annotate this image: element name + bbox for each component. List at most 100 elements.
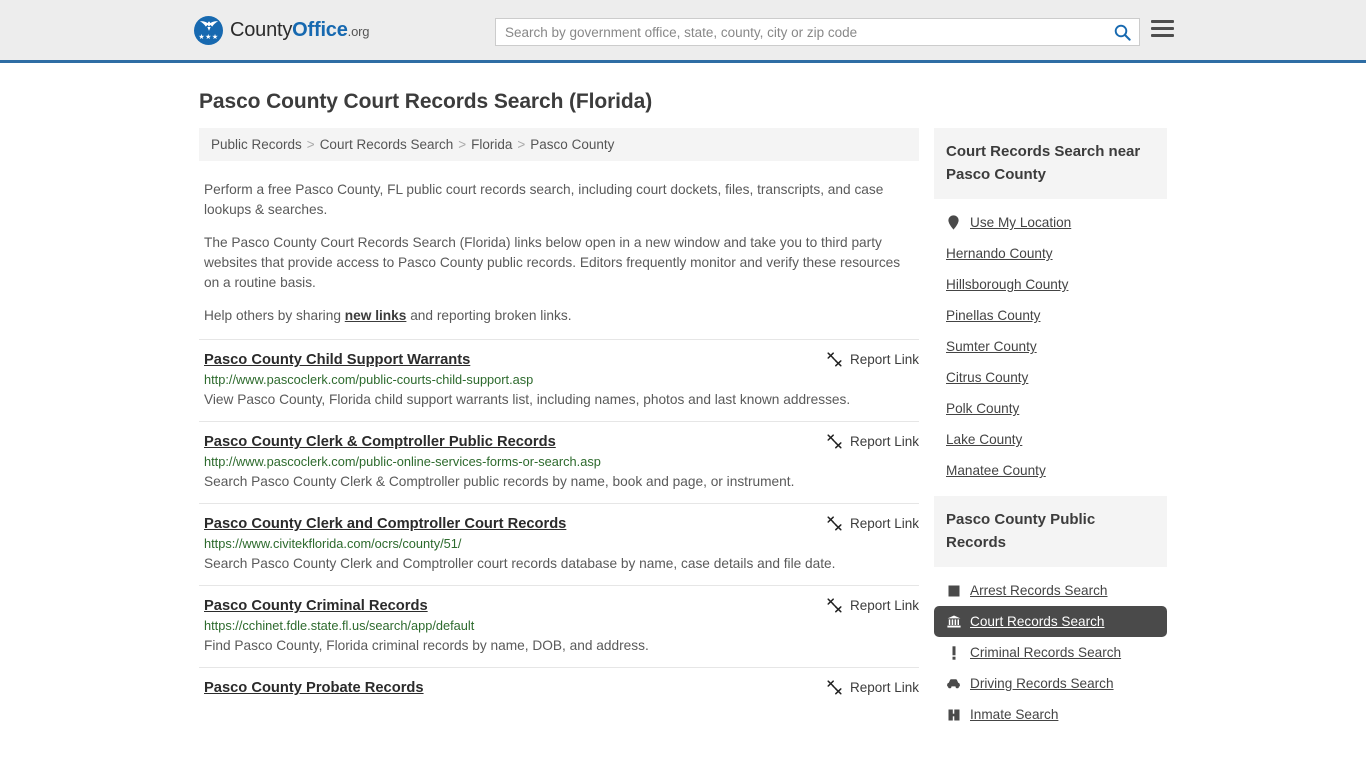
sidebar-item-sumter-county[interactable]: Sumter County [934,331,1167,362]
logo-county: County [230,18,293,41]
hamburger-menu-icon[interactable] [1151,20,1174,37]
nearby-counties-list: Use My Location Hernando County Hillsbor… [934,199,1167,486]
nearby-counties-panel: Court Records Search near Pasco County U… [934,128,1167,486]
breadcrumb-item-public-records[interactable]: Public Records [211,137,302,152]
result-title[interactable]: Pasco County Criminal Records [204,598,428,614]
report-link-button[interactable]: Report Link [826,351,919,368]
content-columns: Public Records > Court Records Search > Flor… [199,128,1172,740]
sidebar-item-court-records-search[interactable]: Court Records Search [934,606,1167,637]
results-list: Pasco County Child Support Warrants http… [199,339,919,711]
result-description: View Pasco County, Florida child support… [204,392,851,407]
page-container: Pasco County Court Records Search (Flori… [0,90,1366,740]
site-logo[interactable]: ★★★ CountyOffice.org [194,15,369,45]
public-records-list: Arrest Records Search Court Records Sear… [934,567,1167,730]
report-link-button[interactable]: Report Link [826,679,919,696]
result-item: Pasco County Clerk & Comptroller Public … [199,421,919,503]
public-records-title: Pasco County Public Records [934,496,1167,567]
sidebar-item-driving-records-search[interactable]: Driving Records Search [934,668,1167,699]
result-item: Pasco County Criminal Records https://cc… [199,585,919,667]
hamburger-bar [1151,34,1174,37]
breadcrumb-item-court-records-search[interactable]: Court Records Search [320,137,454,152]
site-header: ★★★ CountyOffice.org [0,0,1366,63]
intro-paragraph-1: Perform a free Pasco County, FL public c… [204,182,884,217]
report-link-label: Report Link [849,598,919,613]
map-pin-icon [946,215,961,230]
jail-icon [946,709,961,721]
report-link-button[interactable]: Report Link [826,515,919,532]
result-title[interactable]: Pasco County Child Support Warrants [204,352,470,368]
result-description: Find Pasco County, Florida criminal reco… [204,638,649,653]
hamburger-bar [1151,20,1174,23]
sidebar-item-label: Court Records Search [970,614,1105,629]
sidebar-item-use-my-location[interactable]: Use My Location [934,207,1167,238]
search-bar[interactable] [495,18,1140,46]
courthouse-icon [946,615,961,628]
sidebar-item-label: Arrest Records Search [970,583,1108,598]
breadcrumb-item-pasco-county[interactable]: Pasco County [530,137,614,152]
result-title[interactable]: Pasco County Clerk and Comptroller Court… [204,516,566,532]
intro-paragraph-2: The Pasco County Court Records Search (F… [204,235,901,290]
sidebar-item-citrus-county[interactable]: Citrus County [934,362,1167,393]
sidebar-item-label: Driving Records Search [970,676,1114,691]
eagle-seal-icon: ★★★ [194,15,223,45]
result-url: https://www.civitekflorida.com/ocrs/coun… [204,536,462,551]
sidebar-item-label: Lake County [946,432,1023,447]
intro-p3-after: and reporting broken links. [406,308,572,323]
hamburger-bar [1151,27,1174,30]
sidebar-item-label: Manatee County [946,463,1046,478]
intro-section: Perform a free Pasco County, FL public c… [199,161,919,326]
broken-link-icon [827,434,842,449]
sidebar-item-arrest-records-search[interactable]: Arrest Records Search [934,575,1167,606]
breadcrumb-separator: > [517,137,526,152]
result-item: Pasco County Probate Records Report Link [199,667,919,711]
sidebar-item-label: Citrus County [946,370,1029,385]
result-description: Search Pasco County Clerk & Comptroller … [204,474,795,489]
broken-link-icon [827,516,842,531]
logo-text: CountyOffice.org [230,19,369,42]
search-icon [1114,24,1131,41]
broken-link-icon [827,352,842,367]
sidebar: Court Records Search near Pasco County U… [934,128,1167,740]
sidebar-item-criminal-records-search[interactable]: Criminal Records Search [934,637,1167,668]
sidebar-item-label: Criminal Records Search [970,645,1122,660]
report-link-label: Report Link [849,434,919,449]
nearby-counties-title: Court Records Search near Pasco County [934,128,1167,199]
sidebar-item-pinellas-county[interactable]: Pinellas County [934,300,1167,331]
broken-link-icon [827,680,842,695]
sidebar-item-label: Hillsborough County [946,277,1069,292]
sidebar-item-label: Polk County [946,401,1020,416]
breadcrumb: Public Records > Court Records Search > Flor… [199,128,919,161]
report-link-label: Report Link [849,516,919,531]
new-links-link[interactable]: new links [345,308,407,323]
eagle-icon [199,20,218,31]
report-link-label: Report Link [849,680,919,695]
sidebar-item-inmate-search[interactable]: Inmate Search [934,699,1167,730]
broken-link-icon [827,598,842,613]
sidebar-item-hillsborough-county[interactable]: Hillsborough County [934,269,1167,300]
result-item: Pasco County Child Support Warrants http… [199,339,919,421]
sidebar-item-label: Use My Location [970,215,1072,230]
report-link-button[interactable]: Report Link [826,597,919,614]
search-button[interactable] [1105,19,1139,45]
report-link-label: Report Link [849,352,919,367]
result-url: https://cchinet.fdle.state.fl.us/search/… [204,618,475,633]
sidebar-item-polk-county[interactable]: Polk County [934,393,1167,424]
sidebar-item-label: Pinellas County [946,308,1041,323]
result-title[interactable]: Pasco County Probate Records [204,680,424,696]
sidebar-item-hernando-county[interactable]: Hernando County [934,238,1167,269]
breadcrumb-item-florida[interactable]: Florida [471,137,512,152]
result-url: http://www.pascoclerk.com/public-courts-… [204,372,534,387]
logo-tld: .org [347,23,370,39]
sidebar-item-manatee-county[interactable]: Manatee County [934,455,1167,486]
public-records-panel: Pasco County Public Records Arrest Recor… [934,496,1167,730]
result-description: Search Pasco County Clerk and Comptrolle… [204,556,836,571]
search-input[interactable] [496,19,1105,45]
result-title[interactable]: Pasco County Clerk & Comptroller Public … [204,434,556,450]
sidebar-item-label: Inmate Search [970,707,1059,722]
exclamation-icon [946,645,961,660]
intro-p3-before: Help others by sharing [204,308,345,323]
report-link-button[interactable]: Report Link [826,433,919,450]
sidebar-item-lake-county[interactable]: Lake County [934,424,1167,455]
sidebar-item-label: Hernando County [946,246,1053,261]
sidebar-item-label: Sumter County [946,339,1037,354]
